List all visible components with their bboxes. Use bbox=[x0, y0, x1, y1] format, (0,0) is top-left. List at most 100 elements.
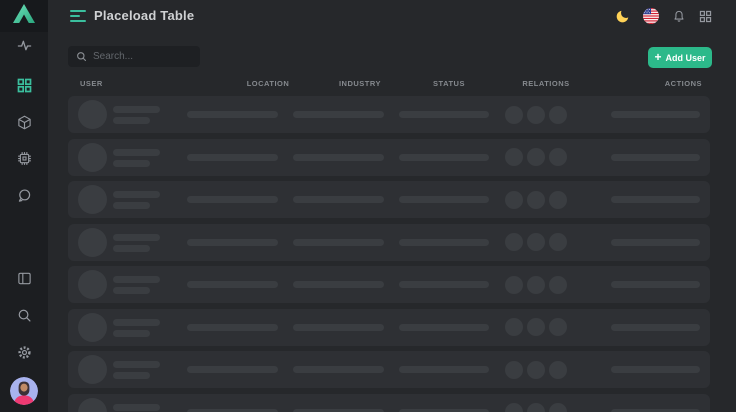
relation-avatar-placeholder bbox=[549, 361, 567, 379]
relation-avatar-placeholder bbox=[549, 106, 567, 124]
sidebar-item-components[interactable] bbox=[0, 152, 48, 170]
status-placeholder bbox=[399, 196, 489, 203]
column-header-status: STATUS bbox=[433, 79, 465, 88]
industry-placeholder bbox=[293, 154, 384, 161]
relation-avatar-placeholder bbox=[549, 318, 567, 336]
sidebar-item-search[interactable] bbox=[0, 309, 48, 327]
relation-avatar-placeholder bbox=[505, 403, 523, 412]
status-placeholder bbox=[399, 239, 489, 246]
name-placeholder bbox=[113, 234, 160, 241]
add-user-button[interactable]: + Add User bbox=[648, 47, 712, 68]
bell-icon[interactable] bbox=[672, 9, 686, 23]
industry-placeholder bbox=[293, 239, 384, 246]
search-icon bbox=[17, 308, 32, 328]
name-placeholder bbox=[113, 149, 160, 156]
app-logo[interactable] bbox=[0, 0, 48, 32]
sidebar bbox=[0, 0, 48, 412]
relation-avatar-placeholder bbox=[505, 148, 523, 166]
table-row bbox=[68, 139, 710, 176]
search-box bbox=[68, 46, 200, 67]
status-placeholder bbox=[399, 409, 489, 412]
location-placeholder bbox=[187, 324, 278, 331]
industry-placeholder bbox=[293, 196, 384, 203]
relation-avatar-placeholder bbox=[527, 276, 545, 294]
name-placeholder bbox=[113, 361, 160, 368]
user-avatar[interactable] bbox=[10, 377, 38, 405]
column-header-user: USER bbox=[80, 79, 103, 88]
sidebar-item-products[interactable] bbox=[0, 116, 48, 134]
industry-placeholder bbox=[293, 111, 384, 118]
sidebar-item-messages[interactable] bbox=[0, 189, 48, 207]
industry-placeholder bbox=[293, 324, 384, 331]
relation-avatar-placeholder bbox=[527, 361, 545, 379]
actions-placeholder bbox=[611, 154, 700, 161]
actions-placeholder bbox=[611, 111, 700, 118]
actions-placeholder bbox=[611, 281, 700, 288]
subtitle-placeholder bbox=[113, 287, 150, 294]
relation-avatar-placeholder bbox=[527, 191, 545, 209]
chip-icon bbox=[17, 151, 32, 171]
relation-avatar-placeholder bbox=[549, 191, 567, 209]
relation-avatar-placeholder bbox=[549, 276, 567, 294]
menu-toggle-icon[interactable] bbox=[70, 10, 86, 22]
table-body bbox=[68, 96, 710, 412]
table-row bbox=[68, 181, 710, 218]
relation-avatar-placeholder bbox=[549, 403, 567, 412]
box-icon bbox=[17, 115, 32, 135]
dashboard-grid-icon bbox=[17, 78, 32, 98]
relation-avatar-placeholder bbox=[527, 233, 545, 251]
location-placeholder bbox=[187, 111, 278, 118]
subtitle-placeholder bbox=[113, 245, 150, 252]
relation-avatar-placeholder bbox=[505, 276, 523, 294]
relation-avatar-placeholder bbox=[527, 403, 545, 412]
relation-avatar-placeholder bbox=[505, 318, 523, 336]
column-header-industry: INDUSTRY bbox=[339, 79, 381, 88]
actions-placeholder bbox=[611, 324, 700, 331]
actions-placeholder bbox=[611, 409, 700, 412]
industry-placeholder bbox=[293, 281, 384, 288]
apps-grid-icon[interactable] bbox=[699, 10, 712, 23]
column-header-actions: ACTIONS bbox=[665, 79, 702, 88]
chat-icon bbox=[17, 188, 32, 208]
location-placeholder bbox=[187, 239, 278, 246]
avatar-placeholder bbox=[78, 398, 107, 412]
column-header-location: LOCATION bbox=[247, 79, 290, 88]
relation-avatar-placeholder bbox=[549, 233, 567, 251]
relation-avatar-placeholder bbox=[527, 106, 545, 124]
sidebar-item-activity[interactable] bbox=[0, 39, 48, 57]
us-flag-icon[interactable] bbox=[643, 8, 659, 24]
avatar-placeholder bbox=[78, 185, 107, 214]
table-row bbox=[68, 351, 710, 388]
table-row bbox=[68, 309, 710, 346]
name-placeholder bbox=[113, 404, 160, 411]
industry-placeholder bbox=[293, 366, 384, 373]
status-placeholder bbox=[399, 366, 489, 373]
table-row bbox=[68, 224, 710, 261]
sidebar-item-dashboard[interactable] bbox=[0, 79, 48, 97]
status-placeholder bbox=[399, 281, 489, 288]
page-title: Placeload Table bbox=[94, 0, 194, 32]
relation-avatar-placeholder bbox=[505, 361, 523, 379]
subtitle-placeholder bbox=[113, 372, 150, 379]
search-input[interactable] bbox=[87, 46, 231, 67]
avatar-placeholder bbox=[78, 355, 107, 384]
sidebar-item-settings[interactable] bbox=[0, 346, 48, 364]
sidebar-item-panels[interactable] bbox=[0, 272, 48, 290]
location-placeholder bbox=[187, 366, 278, 373]
name-placeholder bbox=[113, 191, 160, 198]
avatar-placeholder bbox=[78, 143, 107, 172]
table-row bbox=[68, 394, 710, 412]
status-placeholder bbox=[399, 111, 489, 118]
name-placeholder bbox=[113, 319, 160, 326]
location-placeholder bbox=[187, 281, 278, 288]
avatar-placeholder bbox=[78, 100, 107, 129]
actions-placeholder bbox=[611, 196, 700, 203]
subtitle-placeholder bbox=[113, 160, 150, 167]
topbar: Placeload Table bbox=[48, 0, 736, 32]
subtitle-placeholder bbox=[113, 202, 150, 209]
activity-icon bbox=[17, 38, 32, 58]
relation-avatar-placeholder bbox=[527, 148, 545, 166]
moon-icon[interactable] bbox=[615, 9, 630, 24]
name-placeholder bbox=[113, 276, 160, 283]
main-content: Placeload Table bbox=[48, 0, 736, 412]
